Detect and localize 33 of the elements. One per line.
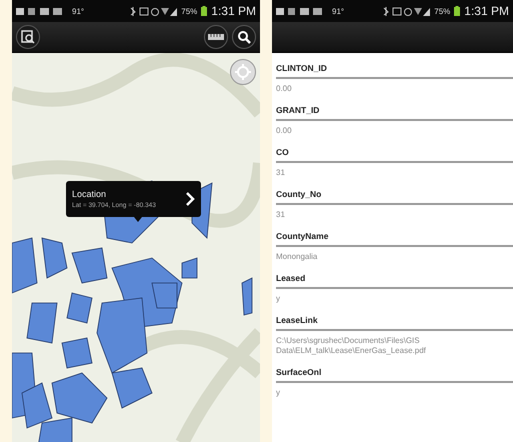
field-label: CountyName xyxy=(276,231,330,243)
field-label: GRANT_ID xyxy=(276,105,320,117)
field-value: C:\Users\sgrushec\Documents\Files\GIS Data\ELM_talk\Lease\EnerGas_Lease.pdf xyxy=(276,335,427,357)
field-label: CO xyxy=(276,147,290,159)
field-value: y xyxy=(276,387,281,399)
callout-pointer xyxy=(134,217,142,222)
field-label: Leased xyxy=(276,273,306,285)
search-icon[interactable] xyxy=(232,25,256,49)
temperature-text: 91° xyxy=(72,6,84,16)
battery-percent: 75% xyxy=(181,6,198,16)
field-value: 31 xyxy=(276,167,286,179)
measure-ruler-icon[interactable] xyxy=(204,25,228,49)
system-status-icons xyxy=(129,6,178,16)
field-value: 0.00 xyxy=(276,83,293,95)
system-status-icons xyxy=(382,6,430,16)
field-label: County_No xyxy=(276,189,322,201)
field-label: SurfaceOnl xyxy=(276,367,322,379)
field-value: 0.00 xyxy=(276,125,293,137)
battery-percent: 75% xyxy=(434,6,450,16)
field-value: 31 xyxy=(276,209,286,221)
battery-icon xyxy=(454,6,460,16)
field-label: LeaseLink xyxy=(276,315,319,327)
chevron-right-icon[interactable] xyxy=(186,192,195,206)
battery-icon xyxy=(201,6,208,16)
callout-title: Location xyxy=(72,189,108,199)
field-value: Monongalia xyxy=(276,251,318,263)
field-label: CLINTON_ID xyxy=(276,63,328,75)
locate-icon[interactable] xyxy=(230,59,256,85)
map-search-icon[interactable] xyxy=(16,25,40,49)
field-value: y xyxy=(276,293,281,305)
clock-time: 1:31 PM xyxy=(464,4,509,18)
clock-time: 1:31 PM xyxy=(211,4,256,18)
temperature-text: 91° xyxy=(332,6,344,16)
